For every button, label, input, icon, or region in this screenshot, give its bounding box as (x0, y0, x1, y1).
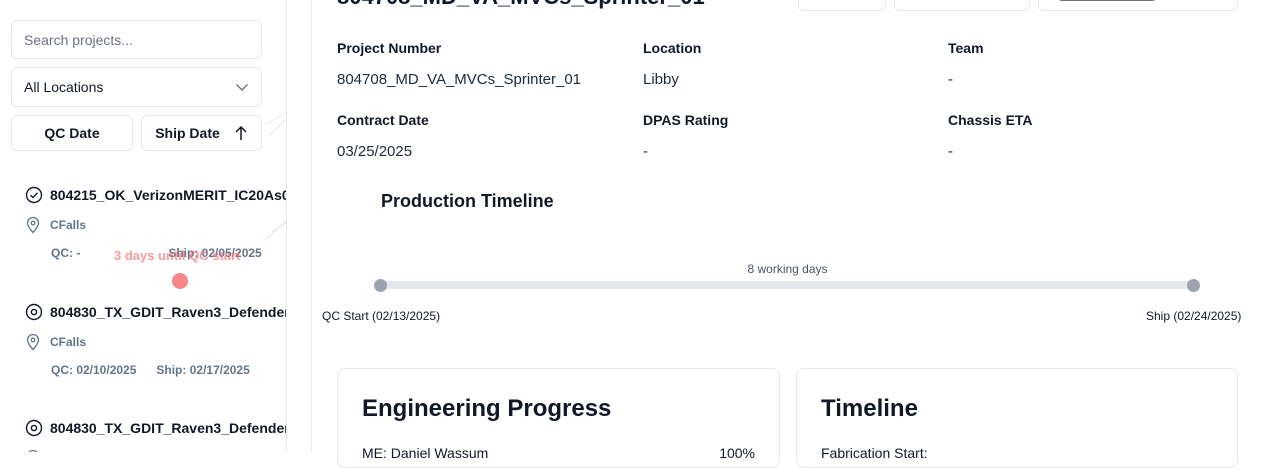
team-field: Team - (948, 40, 1248, 88)
project-location: CFalls (50, 335, 87, 349)
chassis-eta-field: Chassis ETA - (948, 112, 1248, 160)
header-action-button[interactable] (798, 0, 886, 11)
timeline-card: Timeline Fabrication Start: (796, 368, 1238, 468)
sort-qc-date-button[interactable]: QC Date (11, 115, 133, 151)
drag-indicator-dot (172, 273, 188, 289)
engineering-percent: 100% (719, 445, 755, 461)
fabrication-start-label: Fabrication Start: (821, 445, 928, 461)
sort-ship-date-label: Ship Date (155, 125, 220, 141)
field-value: Libby (643, 71, 679, 88)
status-pill (1053, 0, 1161, 1)
map-pin-icon (25, 333, 41, 351)
field-label: Chassis ETA (948, 112, 1033, 128)
project-qc-date: QC: 02/10/2025 (51, 363, 137, 377)
project-location: CFalls (50, 218, 87, 232)
field-label: Location (643, 40, 702, 56)
chevron-down-icon (235, 80, 249, 94)
project-list-item[interactable]: 804830_TX_GDIT_Raven3_Defender (25, 419, 287, 452)
ship-label: Ship (02/24/2025) (1146, 309, 1242, 323)
project-name: 804830_TX_GDIT_Raven3_Defender (50, 420, 287, 436)
card-title: Engineering Progress (362, 395, 612, 422)
project-sidebar: All Locations QC Date Ship Date 804215_O… (0, 0, 287, 452)
field-label: Team (948, 40, 984, 56)
header-status-control[interactable] (1038, 0, 1238, 11)
engineer-name: ME: Daniel Wassum (362, 445, 489, 461)
project-ship-date: Ship: 02/17/2025 (156, 363, 250, 377)
field-value: - (948, 143, 953, 160)
location-select-value: All Locations (24, 79, 104, 95)
map-pin-icon (25, 216, 41, 234)
field-value: - (948, 71, 953, 88)
sort-ship-date-button[interactable]: Ship Date (141, 115, 262, 151)
search-input[interactable] (11, 20, 262, 59)
arrow-up-icon (234, 125, 248, 141)
ship-marker[interactable] (1187, 279, 1200, 292)
qc-start-marker[interactable] (374, 279, 387, 292)
panel-gutter (287, 0, 312, 452)
page-title: 804708_MD_VA_MVCs_Sprinter_01 (337, 0, 705, 10)
field-label: Project Number (337, 40, 442, 56)
field-label: DPAS Rating (643, 112, 729, 128)
location-field: Location Libby (643, 40, 943, 88)
card-title: Timeline (821, 395, 918, 422)
location-select[interactable]: All Locations (11, 67, 262, 107)
working-days-label: 8 working days (747, 262, 828, 276)
field-label: Contract Date (337, 112, 429, 128)
sort-qc-date-label: QC Date (44, 125, 100, 141)
check-circle-icon (25, 186, 43, 204)
target-circle-icon (25, 419, 43, 437)
timeline-track (381, 281, 1194, 289)
project-name: 804215_OK_VerizonMERIT_IC20As0 (50, 187, 287, 203)
contract-date-field: Contract Date 03/25/2025 (337, 112, 637, 160)
field-value: 03/25/2025 (337, 143, 413, 160)
qc-start-label: QC Start (02/13/2025) (322, 309, 441, 323)
field-value: 804708_MD_VA_MVCs_Sprinter_01 (337, 71, 582, 88)
engineering-progress-card: Engineering Progress ME: Daniel Wassum 1… (337, 368, 780, 468)
field-value: - (643, 143, 648, 160)
project-name: 804830_TX_GDIT_Raven3_Defender (50, 304, 287, 320)
qc-start-countdown-tooltip: 3 days until QC start (114, 248, 241, 263)
project-list-item[interactable]: 804830_TX_GDIT_Raven3_Defender CFalls QC… (25, 303, 287, 377)
production-timeline-title: Production Timeline (381, 191, 554, 211)
dpas-rating-field: DPAS Rating - (643, 112, 943, 160)
target-circle-icon (25, 303, 43, 321)
project-qc-date: QC: - (51, 246, 81, 260)
project-number-field: Project Number 804708_MD_VA_MVCs_Sprinte… (337, 40, 637, 88)
header-action-button[interactable] (894, 0, 1030, 11)
project-detail-panel: 804708_MD_VA_MVCs_Sprinter_01 Project Nu… (311, 0, 1262, 468)
